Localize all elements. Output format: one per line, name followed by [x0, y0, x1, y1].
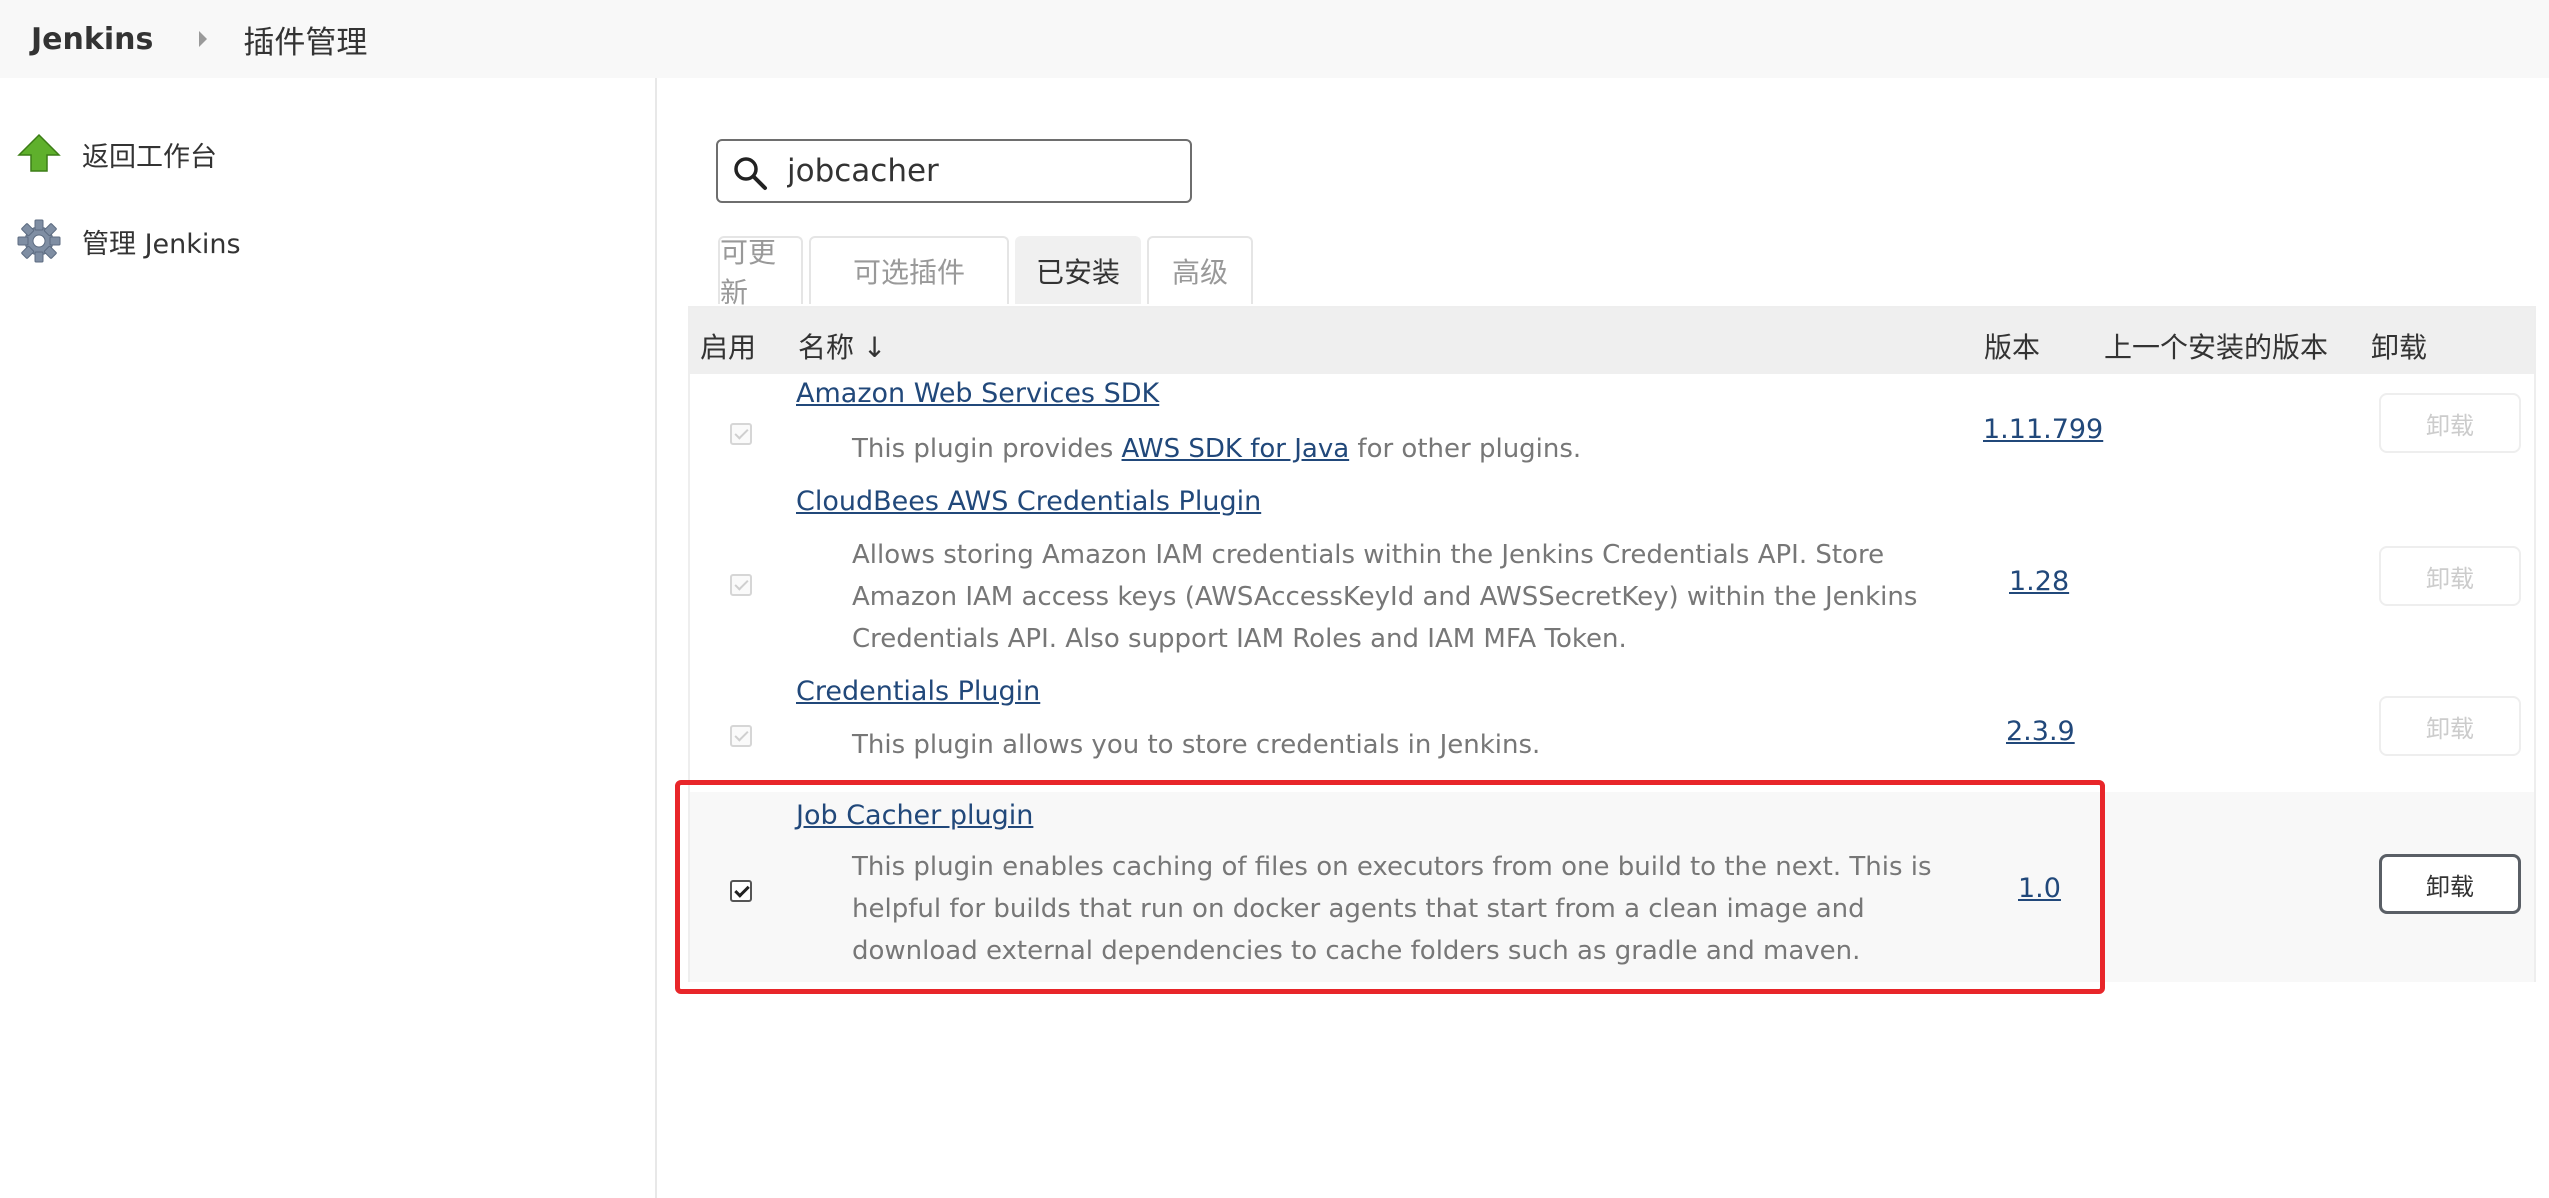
plugin-name-link[interactable]: CloudBees AWS Credentials Plugin: [796, 486, 1261, 517]
uninstall-button[interactable]: 卸载: [2379, 696, 2521, 756]
plugin-tabs: 可更新 可选插件 已安装 高级: [718, 236, 1259, 309]
jenkins-home-link[interactable]: Jenkins: [31, 22, 153, 57]
column-header-version[interactable]: 版本: [1984, 326, 2040, 366]
column-header-previous-version: 上一个安装的版本: [2104, 331, 2329, 364]
table-row: CloudBees AWS Credentials Plugin Allows …: [690, 484, 2534, 674]
plugin-name-link[interactable]: Credentials Plugin: [796, 676, 1040, 707]
aws-sdk-for-java-link[interactable]: AWS SDK for Java: [1122, 434, 1350, 464]
sidebar-item-label: 管理 Jenkins: [82, 228, 241, 260]
column-header-name[interactable]: 名称 ↓: [798, 326, 886, 366]
tab-advanced[interactable]: 高级: [1147, 236, 1253, 304]
sidebar-item-label: 返回工作台: [82, 141, 217, 173]
installed-plugins-table: 启用 名称 ↓ 版本 上一个安装的版本 卸载 Amazon Web Servic…: [688, 306, 2536, 982]
tab-available[interactable]: 可选插件: [809, 236, 1009, 304]
plugin-version-link[interactable]: 1.0: [2018, 873, 2061, 904]
search-input[interactable]: [787, 149, 1177, 193]
tab-installed[interactable]: 已安装: [1015, 236, 1141, 304]
plugin-name-link[interactable]: Job Cacher plugin: [796, 800, 1033, 831]
uninstall-button[interactable]: 卸载: [2379, 854, 2521, 914]
plugin-search-box[interactable]: [716, 139, 1192, 203]
plugin-description: This plugin enables caching of files on …: [852, 852, 1932, 966]
up-arrow-icon: [16, 131, 62, 177]
table-row: Job Cacher plugin This plugin enables ca…: [690, 792, 2534, 982]
table-row: Credentials Plugin This plugin allows yo…: [690, 674, 2534, 782]
plugin-version-link[interactable]: 1.11.799: [1983, 414, 2103, 445]
plugin-enabled-checkbox[interactable]: [730, 725, 752, 747]
plugin-description: Allows storing Amazon IAM credentials wi…: [852, 540, 1918, 654]
search-icon: [734, 157, 767, 190]
breadcrumb-plugin-manager[interactable]: 插件管理: [243, 17, 367, 62]
plugin-enabled-checkbox[interactable]: [730, 574, 752, 596]
breadcrumb-chevron-icon: [199, 31, 208, 47]
plugin-description: This plugin provides AWS SDK for Java fo…: [852, 428, 1992, 470]
plugin-description: This plugin allows you to store credenti…: [852, 730, 1541, 760]
table-row: Amazon Web Services SDK This plugin prov…: [690, 374, 2534, 484]
top-header: Jenkins 插件管理: [0, 0, 2549, 78]
plugin-description-text: This plugin provides: [852, 434, 1122, 464]
column-header-enabled: 启用: [700, 331, 757, 364]
uninstall-button[interactable]: 卸载: [2379, 546, 2521, 606]
plugin-name-link[interactable]: Amazon Web Services SDK: [796, 378, 1159, 409]
uninstall-button[interactable]: 卸载: [2379, 393, 2521, 453]
column-header-uninstall: 卸载: [2371, 331, 2428, 364]
plugin-version-link[interactable]: 2.3.9: [2006, 716, 2075, 747]
tab-updates[interactable]: 可更新: [718, 236, 803, 309]
plugin-enabled-checkbox[interactable]: [730, 880, 752, 902]
gear-icon: [16, 218, 62, 264]
plugin-version-link[interactable]: 1.28: [2009, 566, 2069, 597]
sidebar: 返回工作台 管理 Jenkins: [0, 78, 657, 1198]
table-header: 启用 名称 ↓ 版本 上一个安装的版本 卸载: [690, 308, 2534, 374]
sidebar-item-back-to-dashboard[interactable]: 返回工作台: [16, 131, 217, 177]
plugin-description-text: for other plugins.: [1349, 434, 1582, 464]
sidebar-item-manage-jenkins[interactable]: 管理 Jenkins: [16, 218, 241, 264]
plugin-enabled-checkbox[interactable]: [730, 423, 752, 445]
